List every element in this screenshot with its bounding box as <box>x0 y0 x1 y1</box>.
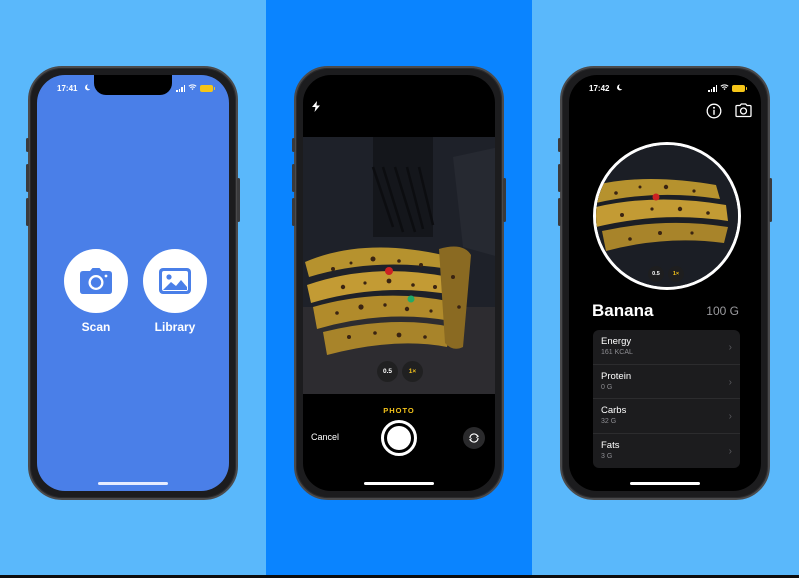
phone-home: 17:41 Scan Library <box>26 66 240 500</box>
status-bar: 17:42 <box>569 84 761 98</box>
zoom-0.5-button[interactable]: 0.5 <box>648 266 664 282</box>
banana-photo <box>303 137 495 394</box>
nutrient-name: Energy <box>601 336 632 347</box>
camera-viewfinder[interactable]: 0.5 1× <box>303 137 495 394</box>
home-screen: 17:41 Scan Library <box>37 75 229 491</box>
food-name: Banana <box>592 301 654 320</box>
nutrient-name: Fats <box>601 439 620 451</box>
battery-icon <box>200 85 215 92</box>
nutrient-row-fats[interactable]: Fats 3 G › <box>593 434 740 469</box>
status-bar: 17:41 <box>37 84 229 98</box>
chevron-right-icon: › <box>728 342 732 353</box>
camera-icon[interactable] <box>735 103 753 121</box>
nutrient-value: 0 G <box>601 383 613 391</box>
shutter-button[interactable] <box>381 420 417 456</box>
signal-icon <box>176 85 185 92</box>
battery-icon <box>732 85 747 92</box>
nutrient-value: 32 G <box>601 418 617 425</box>
info-icon[interactable] <box>706 103 724 121</box>
nutrient-row-carbs[interactable]: Carbs 32 G › <box>593 399 740 434</box>
flash-icon[interactable] <box>312 99 320 117</box>
signal-icon <box>708 85 717 92</box>
wifi-icon <box>188 84 197 93</box>
home-indicator <box>630 482 700 485</box>
camera-screen: 0.5 1× PHOTO Cancel <box>303 75 495 491</box>
camera-icon <box>64 249 128 313</box>
chevron-right-icon: › <box>728 445 732 457</box>
cancel-button[interactable]: Cancel <box>311 432 339 442</box>
home-indicator <box>364 482 434 485</box>
status-time: 17:42 <box>589 84 610 93</box>
phone-camera: 0.5 1× PHOTO Cancel <box>292 66 506 500</box>
notch <box>360 75 438 95</box>
library-label: Library <box>154 320 196 334</box>
moon-icon <box>84 84 91 93</box>
scan-label: Scan <box>81 320 111 334</box>
wifi-icon <box>720 84 729 93</box>
status-time: 17:41 <box>57 84 78 93</box>
moon-icon <box>616 84 623 93</box>
library-button[interactable]: Library <box>143 249 207 334</box>
nutrient-value: 3 G <box>601 452 613 460</box>
result-screen: 17:42 0.5 1× Banana 100 G Energy 161 KCA… <box>569 75 761 491</box>
zoom-1x-button[interactable]: 1× <box>402 361 423 382</box>
camera-mode-label[interactable]: PHOTO <box>303 406 495 415</box>
nutrient-value: 161 KCAL <box>601 349 633 356</box>
nutrient-list: Energy 161 KCAL › Protein 0 G › Carbs 32… <box>593 330 740 468</box>
home-indicator <box>98 482 168 485</box>
nutrient-name: Carbs <box>601 405 627 416</box>
photo-icon <box>143 249 207 313</box>
chevron-right-icon: › <box>728 376 732 388</box>
nutrient-name: Protein <box>601 370 632 382</box>
zoom-0.5-button[interactable]: 0.5 <box>377 361 398 382</box>
phone-result: 17:42 0.5 1× Banana 100 G Energy 161 KCA… <box>558 66 772 500</box>
food-weight: 100 G <box>706 304 739 318</box>
scan-button[interactable]: Scan <box>64 249 128 334</box>
camera-flip-icon[interactable] <box>463 427 485 449</box>
food-photo: 0.5 1× <box>593 142 741 290</box>
zoom-1x-button[interactable]: 1× <box>668 266 684 282</box>
nutrient-row-energy[interactable]: Energy 161 KCAL › <box>593 330 740 365</box>
chevron-right-icon: › <box>728 411 732 422</box>
nutrient-row-protein[interactable]: Protein 0 G › <box>593 365 740 399</box>
